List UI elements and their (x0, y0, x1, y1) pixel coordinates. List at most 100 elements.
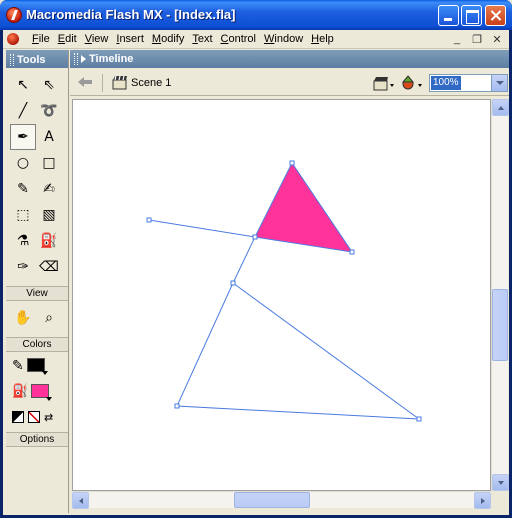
scene-bar: Scene 1 100% (70, 70, 509, 96)
line-icon: ╱ (18, 103, 28, 119)
fill-transform-icon: ▧ (42, 207, 56, 223)
anchor-point[interactable] (349, 249, 355, 255)
rectangle-tool[interactable]: □ (36, 150, 62, 176)
paint-bucket-icon: ⛽ (40, 233, 58, 249)
menu-control[interactable]: Control (217, 33, 260, 45)
edit-symbols-icon[interactable] (372, 74, 396, 95)
brush-icon: ✍ (43, 181, 55, 197)
maximize-button[interactable] (461, 5, 482, 26)
back-arrow-icon[interactable] (77, 76, 93, 91)
no-color-icon[interactable] (28, 411, 40, 423)
hand-icon: ✋ (14, 310, 32, 326)
grip-icon[interactable] (74, 53, 78, 65)
hand-tool[interactable]: ✋ (10, 305, 36, 331)
oval-icon: ○ (16, 155, 30, 171)
expand-caret-icon[interactable] (81, 55, 86, 63)
tools-panel-header[interactable]: Tools (6, 50, 68, 68)
doc-minimize-button[interactable]: _ (451, 33, 463, 46)
fill-color-row: ⛽ (6, 378, 68, 404)
edit-scene-icon[interactable] (399, 74, 425, 95)
scroll-up-button[interactable] (492, 99, 509, 116)
stroke-color-swatch[interactable] (26, 358, 48, 375)
timeline-title: Timeline (89, 53, 134, 65)
document-icon[interactable] (7, 33, 19, 45)
rectangle-icon: □ (42, 155, 56, 171)
stage-canvas[interactable] (72, 99, 491, 491)
menu-insert[interactable]: Insert (112, 33, 148, 45)
ink-bottle-tool[interactable]: ⚗ (10, 228, 36, 254)
tools-panel: Tools ↖ ⇖ ╱ ➰ ✒ A ○ □ ✎ ✍ ⬚ ▧ ⚗ ⛽ ✑ ⌫ View ✋ ⌕ Colors ✎ … (6, 50, 69, 513)
anchor-point[interactable] (289, 160, 295, 166)
window-title: Macromedia Flash MX - [Index.fla] (26, 7, 236, 22)
divider (102, 74, 103, 92)
lasso-tool[interactable]: ➰ (36, 98, 62, 124)
line-tool[interactable]: ╱ (10, 98, 36, 124)
fill-bucket-icon: ⛽ (12, 383, 29, 398)
horizontal-scrollbar[interactable] (72, 491, 491, 509)
doc-restore-button[interactable]: ❐ (471, 33, 483, 46)
anchor-point[interactable] (230, 280, 236, 286)
vertical-scrollbar[interactable] (491, 99, 509, 491)
anchor-point[interactable] (416, 416, 422, 422)
view-section-label: View (6, 286, 68, 301)
pencil-tool[interactable]: ✎ (10, 176, 36, 202)
title-bar[interactable]: Macromedia Flash MX - [Index.fla] (0, 0, 512, 30)
client-area: File Edit View Insert Modify Text Contro… (3, 30, 509, 515)
pen-icon: ✒ (17, 129, 29, 145)
eyedropper-tool[interactable]: ✑ (10, 254, 36, 280)
menu-file[interactable]: File (28, 33, 54, 45)
zoom-tool[interactable]: ⌕ (36, 305, 62, 331)
text-tool[interactable]: A (36, 124, 62, 150)
paint-bucket-tool[interactable]: ⛽ (36, 228, 62, 254)
stroke-color-row: ✎ (6, 352, 68, 378)
menu-view[interactable]: View (81, 33, 113, 45)
menu-bar: File Edit View Insert Modify Text Contro… (3, 30, 509, 49)
menu-text[interactable]: Text (188, 33, 216, 45)
flash-logo-icon[interactable] (6, 7, 22, 23)
tool-grid: ↖ ⇖ ╱ ➰ ✒ A ○ □ ✎ ✍ ⬚ ▧ ⚗ ⛽ ✑ ⌫ (6, 68, 68, 284)
timeline-header[interactable]: Timeline (70, 50, 509, 68)
grip-icon[interactable] (10, 54, 14, 66)
menu-modify[interactable]: Modify (148, 33, 188, 45)
eyedropper-icon: ✑ (17, 259, 29, 275)
scene-label[interactable]: Scene 1 (131, 77, 171, 89)
menu-help[interactable]: Help (307, 33, 338, 45)
pen-tool[interactable]: ✒ (10, 124, 36, 150)
zoom-icon: ⌕ (45, 310, 53, 326)
fill-transform-tool[interactable]: ▧ (36, 202, 62, 228)
eraser-icon: ⌫ (39, 259, 59, 275)
doc-close-button[interactable]: ✕ (491, 33, 503, 46)
zoom-dropdown-button[interactable] (491, 75, 507, 91)
menu-window[interactable]: Window (260, 33, 307, 45)
zoom-select[interactable]: 100% (429, 74, 508, 92)
subselect-tool[interactable]: ⇖ (36, 72, 62, 98)
stage-drawing[interactable] (73, 100, 491, 491)
arrow-tool[interactable]: ↖ (10, 72, 36, 98)
ink-bottle-icon: ⚗ (16, 233, 30, 249)
pencil-icon: ✎ (17, 181, 29, 197)
anchor-point[interactable] (174, 403, 180, 409)
free-transform-tool[interactable]: ⬚ (10, 202, 36, 228)
zoom-value: 100% (431, 76, 461, 90)
brush-tool[interactable]: ✍ (36, 176, 62, 202)
horizontal-scroll-thumb[interactable] (234, 492, 310, 508)
lasso-icon: ➰ (40, 103, 58, 119)
text-icon: A (44, 129, 54, 145)
swap-colors-icon[interactable]: ⇄ (44, 411, 53, 424)
anchor-point[interactable] (252, 234, 258, 240)
menu-edit[interactable]: Edit (54, 33, 81, 45)
fill-color-swatch[interactable] (31, 384, 53, 401)
colors-section-label: Colors (6, 337, 68, 352)
clapperboard-icon (112, 75, 128, 93)
minimize-button[interactable] (438, 5, 459, 26)
vertical-scroll-thumb[interactable] (492, 289, 508, 361)
anchor-point[interactable] (146, 217, 152, 223)
scroll-left-button[interactable] (72, 492, 89, 509)
close-button[interactable] (485, 5, 506, 26)
scroll-down-button[interactable] (492, 474, 509, 491)
scroll-right-button[interactable] (474, 492, 491, 509)
color-buttons-row: ⇄ (6, 404, 68, 430)
eraser-tool[interactable]: ⌫ (36, 254, 62, 280)
oval-tool[interactable]: ○ (10, 150, 36, 176)
default-colors-icon[interactable] (12, 411, 24, 423)
